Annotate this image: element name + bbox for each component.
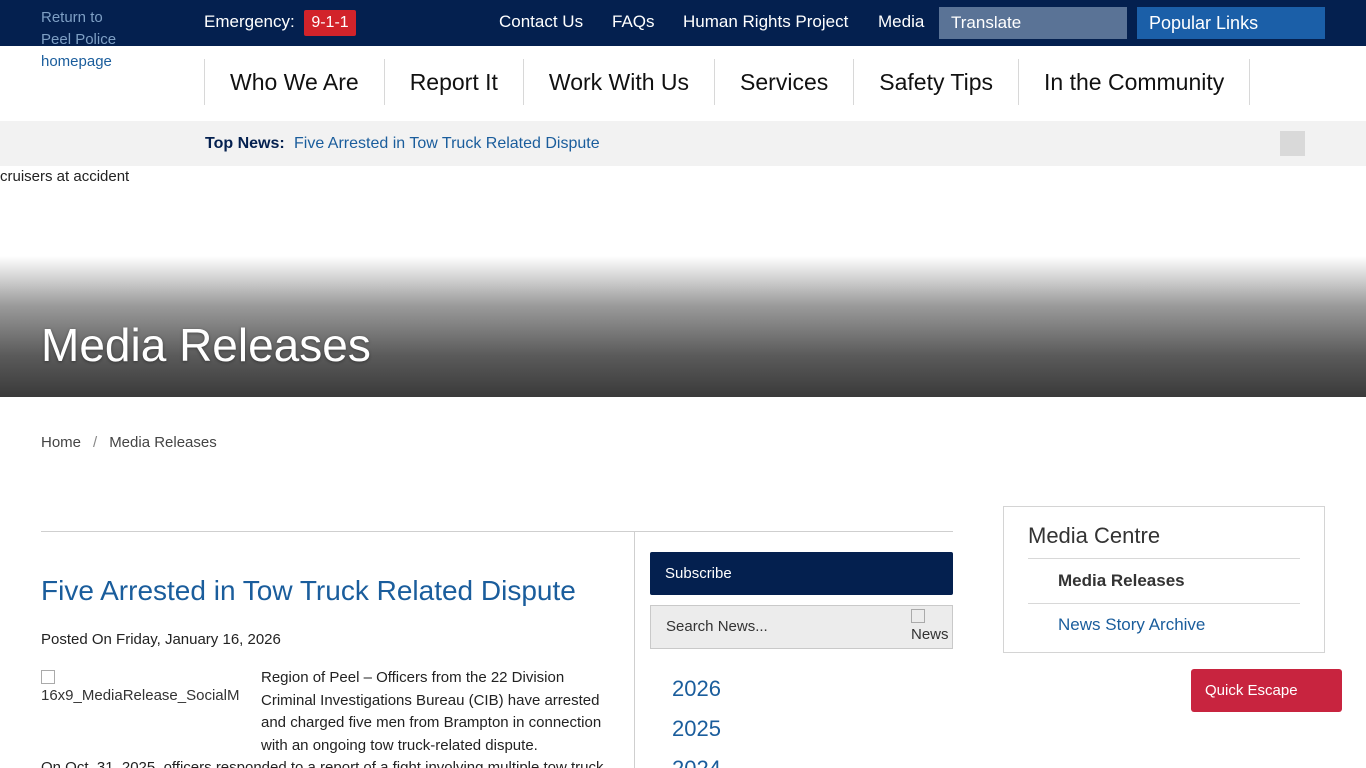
- search-icon: [911, 609, 925, 623]
- content-divider: [41, 531, 953, 532]
- sidebar-heading: Media Centre: [1028, 523, 1161, 548]
- article-posted-date: Posted On Friday, January 16, 2026: [41, 631, 281, 648]
- news-search-input[interactable]: [666, 618, 896, 635]
- article-image-alt: 16x9_MediaRelease_SocialM: [41, 687, 240, 704]
- nav-item-report-it[interactable]: Report It: [383, 59, 523, 105]
- logo-alt-line2: Peel Police: [41, 31, 117, 48]
- top-news-label: Top News:: [205, 135, 285, 152]
- page-title: Media Releases: [41, 319, 371, 371]
- sidebar-divider: [1028, 603, 1300, 604]
- top-utility-bar: Return to Peel Police homepage Emergency…: [0, 0, 1366, 70]
- media-centre-sidebar: Media Centre Media Releases News Story A…: [1003, 506, 1325, 653]
- logo-link[interactable]: Return to Peel Police homepage: [41, 7, 151, 73]
- broken-image-icon: [41, 670, 55, 684]
- breadcrumb-home-link[interactable]: Home: [41, 434, 81, 451]
- nav-item-services[interactable]: Services: [714, 59, 853, 105]
- sidebar-item-media-releases[interactable]: Media Releases: [1058, 571, 1185, 591]
- translate-button[interactable]: Translate: [939, 7, 1127, 39]
- column-divider: [634, 531, 635, 768]
- emergency-label: Emergency:: [204, 12, 295, 31]
- logo-alt-line1: Return to: [41, 9, 103, 26]
- article-title-link[interactable]: Five Arrested in Tow Truck Related Dispu…: [41, 575, 576, 607]
- news-search-button-alt: News: [911, 626, 949, 643]
- subscribe-button[interactable]: Subscribe: [650, 552, 953, 595]
- article-image: 16x9_MediaRelease_SocialM: [41, 667, 261, 737]
- news-search-button[interactable]: News: [911, 608, 951, 644]
- emergency-number-badge[interactable]: 9-1-1: [304, 10, 356, 36]
- hero-banner: cruisers at accident Media Releases: [0, 166, 1366, 397]
- faqs-link[interactable]: FAQs: [612, 12, 655, 32]
- top-news-headline-link[interactable]: Five Arrested in Tow Truck Related Dispu…: [294, 135, 600, 153]
- sidebar-item-news-story-archive[interactable]: News Story Archive: [1058, 615, 1205, 635]
- logo-alt-line3: homepage: [41, 53, 112, 70]
- breadcrumb-current: Media Releases: [109, 434, 217, 451]
- year-link-2025[interactable]: 2025: [672, 716, 721, 742]
- contact-us-link[interactable]: Contact Us: [499, 12, 583, 32]
- year-link-2026[interactable]: 2026: [672, 676, 721, 702]
- quick-escape-button[interactable]: Quick Escape: [1191, 669, 1342, 712]
- nav-item-who-we-are[interactable]: Who We Are: [204, 59, 384, 105]
- nav-item-in-the-community[interactable]: In the Community: [1018, 59, 1251, 105]
- human-rights-project-link[interactable]: Human Rights Project: [683, 12, 848, 32]
- top-news-bar: Top News: Five Arrested in Tow Truck Rel…: [0, 121, 1366, 166]
- article-body: 16x9_MediaRelease_SocialM Region of Peel…: [41, 667, 607, 768]
- main-navigation: Who We Are Report It Work With Us Servic…: [204, 59, 1251, 105]
- nav-item-safety-tips[interactable]: Safety Tips: [853, 59, 1018, 105]
- breadcrumb-separator: /: [93, 434, 98, 451]
- breadcrumb: Home / Media Releases: [41, 434, 217, 451]
- sidebar-divider: [1028, 558, 1300, 559]
- nav-item-work-with-us[interactable]: Work With Us: [522, 59, 714, 105]
- year-link-2024[interactable]: 2024: [672, 756, 721, 768]
- popular-links-button[interactable]: Popular Links: [1137, 7, 1325, 39]
- media-link[interactable]: Media: [878, 12, 924, 32]
- article-paragraph-2: On Oct. 31, 2025, officers responded to …: [41, 759, 604, 768]
- news-search-box: News: [650, 605, 953, 649]
- hero-image-alt: cruisers at accident: [0, 168, 130, 185]
- ticker-pause-button[interactable]: [1280, 131, 1305, 156]
